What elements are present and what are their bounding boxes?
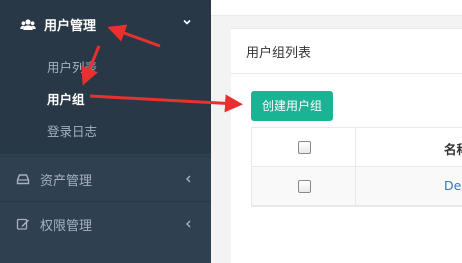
edit-icon <box>16 218 29 230</box>
sidebar: 用户管理 用户列表 用户组 登录日志 资产管理 权限管理 <box>0 0 211 263</box>
panel-title: 用户组列表 <box>246 46 312 61</box>
table-checkbox-cell <box>252 167 356 205</box>
top-navbar <box>211 0 462 16</box>
users-icon <box>20 19 36 30</box>
sidebar-subitem-label: 用户列表 <box>47 60 98 75</box>
sidebar-subitem-label: 登录日志 <box>47 124 98 139</box>
chevron-left-icon <box>186 175 191 183</box>
sidebar-subitem-login-log[interactable]: 登录日志 <box>0 114 211 146</box>
group-name-link[interactable]: De <box>444 178 461 193</box>
panel-header: 用户组列表 <box>231 29 462 74</box>
table-header-checkbox-cell <box>252 128 356 166</box>
table-header-cell: 名称 <box>356 128 462 166</box>
table-row: De <box>252 167 462 206</box>
sidebar-subitem-user-list[interactable]: 用户列表 <box>0 50 211 82</box>
hdd-icon <box>16 174 30 185</box>
submenu-user-management: 用户列表 用户组 登录日志 <box>0 50 211 154</box>
sidebar-item-permission-management[interactable]: 权限管理 <box>0 201 211 246</box>
column-header-name: 名称 <box>444 142 462 157</box>
table-header-row: 名称 <box>252 128 462 167</box>
user-group-panel: 用户组列表 创建用户组 名称 De <box>231 28 462 263</box>
sidebar-item-label: 资产管理 <box>40 174 93 189</box>
sidebar-item-label: 权限管理 <box>40 219 93 234</box>
sidebar-item-user-management[interactable]: 用户管理 <box>0 0 211 50</box>
select-all-checkbox[interactable] <box>298 141 311 154</box>
chevron-left-icon <box>186 220 191 228</box>
sidebar-subitem-label: 用户组 <box>47 92 85 107</box>
sidebar-subitem-user-group[interactable]: 用户组 <box>0 82 211 114</box>
main-content: 用户组列表 创建用户组 名称 De <box>211 0 462 263</box>
chevron-down-icon <box>183 19 191 25</box>
create-user-group-button[interactable]: 创建用户组 <box>251 91 333 121</box>
sidebar-item-asset-management[interactable]: 资产管理 <box>0 156 211 201</box>
table-cell: De <box>356 167 462 205</box>
user-group-table: 名称 De <box>251 127 462 207</box>
sidebar-item-label: 用户管理 <box>44 19 97 34</box>
row-checkbox[interactable] <box>298 180 311 193</box>
